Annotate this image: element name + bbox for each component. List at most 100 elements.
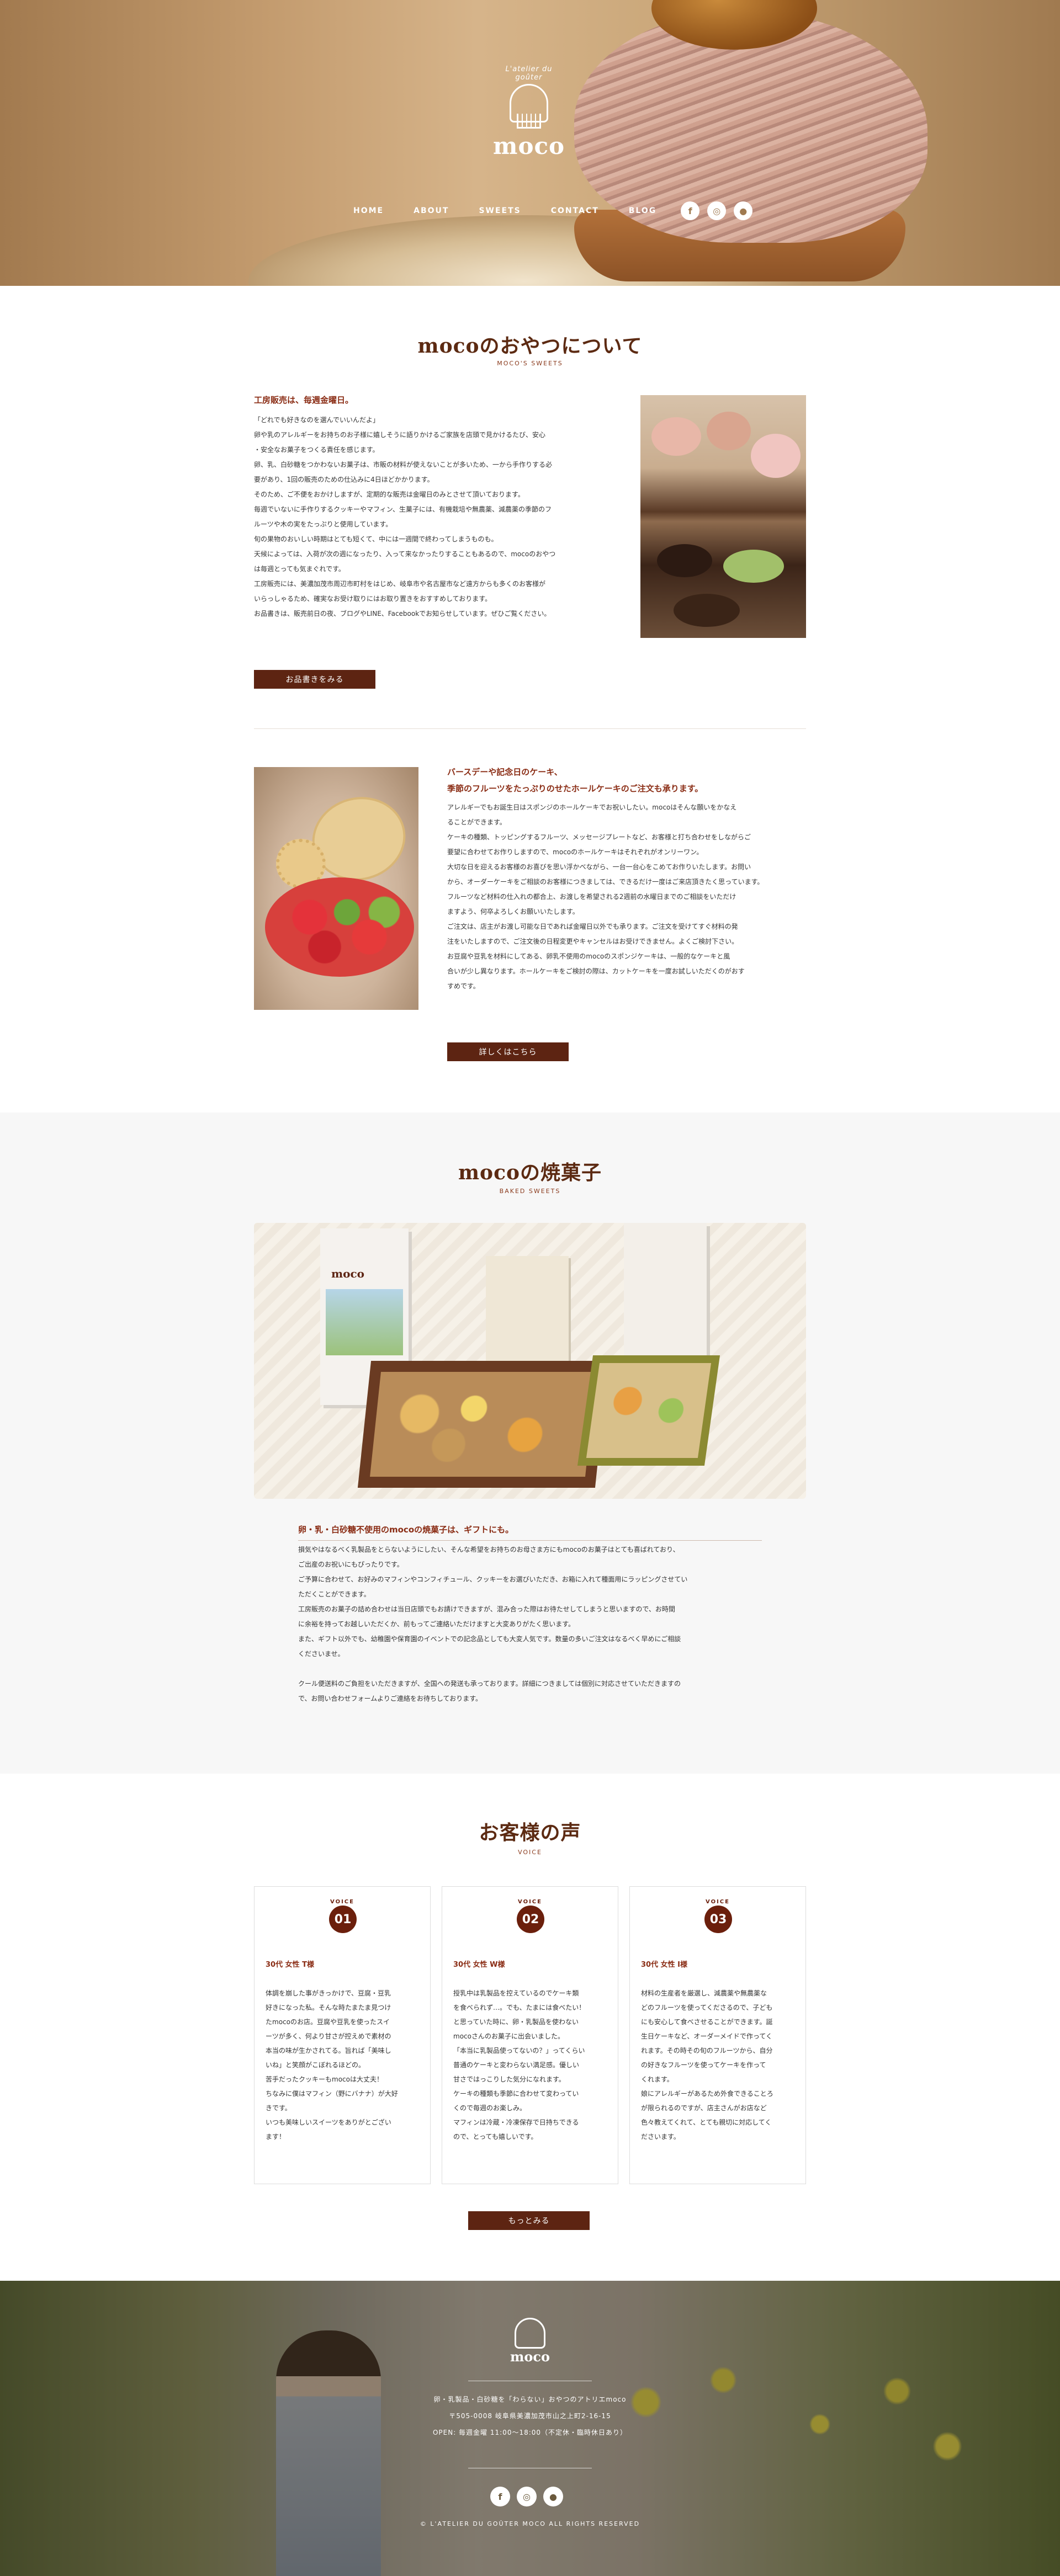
footer-logo[interactable]: moco [508,2318,552,2365]
baked-line: 損気やはなるべく乳製品をとらないようにしたい、そんな希望をお持ちのお母さま方にも… [298,1546,680,1553]
baked-line: で、お問い合わせフォームよりご連絡をお待ちしております。 [298,1695,483,1702]
voice-badge-label: VOICE [706,1899,730,1905]
cake-line: ますよう、何卒よろしくお願いいたします。 [447,908,579,916]
nav-sweets[interactable]: SWEETS [479,206,521,215]
about-line: そのため、ご不便をおかけしますが、定期的な販売は金曜日のみとさせて頂いております… [254,491,524,498]
cake-line: 注をいたしますので、ご注文後の日程変更やキャンセルはお受けできません。よくご検討… [447,938,739,945]
voice-line: 体調を崩した事がきっかけで、豆腐・豆乳 [266,1989,391,1997]
line-icon[interactable]: ● [543,2487,563,2506]
cake-line: お豆腐や豆乳を材料にしてある、卵乳不使用のmocoのスポンジケーキは、一般的なケ… [447,952,730,960]
voice-number: 03 [704,1906,732,1933]
baked-line: 工房販売のお菓子の詰め合わせは当日店頭でもお請けできますが、混み合った際はお待た… [298,1605,675,1613]
about-line: 旬の果物のおいしい時期はとても短くて、中には一週間で終わってしまうものも。 [254,535,498,543]
voice-line: 授乳中は乳製品を控えているのでケーキ類 [453,1989,579,1997]
voice-line: 苦手だったクッキーもmocoは大丈夫！ [266,2075,383,2083]
nav-about[interactable]: ABOUT [414,206,449,215]
cake-text-block: バースデーや記念日のケーキ、 季節のフルーツをたっぷりのせたホールケーキのご注文… [447,764,812,994]
about-line: は毎週とっても気まぐれです。 [254,565,345,573]
voice-line: 生日ケーキなど、オーダーメイドで作ってく [641,2032,772,2040]
voice-card: VOICE 02 30代 女性 W様 授乳中は乳製品を控えているのでケーキ類 を… [442,1886,618,2184]
box-label: moco [331,1267,365,1280]
logo-word: moco [493,132,565,159]
about-line: 要があり、1回の販売のための仕込みに4日ほどかかります。 [254,476,434,483]
cake-body: アレルギーでもお誕生日はスポンジのホールケーキでお祝いしたい。mocoはそんな願… [447,800,812,994]
baked-sweets-tray-small [577,1355,720,1466]
baked-body: 損気やはなるべく乳製品をとらないようにしたい、そんな希望をお持ちのお母さま方にも… [298,1542,687,1706]
voice-badge-label: VOICE [518,1899,542,1905]
about-title: mocoのおやつについて [417,334,643,358]
facebook-icon[interactable]: f [681,201,700,220]
about-body: 「どれでも好きなのを選んでいいんだよ」 卵や乳のアレルギーをお持ちのお子様に嬉し… [254,413,618,621]
baked-line: また、ギフト以外でも、幼稚園や保育園のイベントでの記念品としても大変人気です。数… [298,1635,681,1643]
about-line: 工房販売には、美濃加茂市周辺市町村をはじめ、岐阜市や名古屋市など遠方からも多くの… [254,580,546,588]
voice-line: 本当の味が生かされてる。旨れば「美味し [266,2047,391,2055]
line-icon[interactable]: ● [734,201,753,220]
about-text-block: 工房販売は、毎週金曜日。 「どれでも好きなのを選んでいいんだよ」 卵や乳のアレル… [254,392,618,621]
baked-line: に余裕を持ってお越しいただくか、前もってご連絡いただけますと大変ありがたく思いま… [298,1620,575,1628]
instagram-icon[interactable]: ◎ [707,201,727,220]
voice-text: 材料の生産者を厳選し、減農薬や無農薬な どのフルーツを使ってくださるので、子ども… [641,1986,773,2144]
cake-line: ることができます。 [447,818,506,826]
voice-line: 普通のケーキと変わらない満足感。優しい [453,2061,580,2069]
voice-line: きです。 [266,2104,292,2112]
cake-line: 要望に合わせてお作りしますので、mocoのホールケーキはそれぞれがオンリーワン。 [447,848,703,856]
voice-line: にも安心して食べさせることができます。誕 [641,2018,773,2026]
about-line: 毎週でいないに手作りするクッキーやマフィン、生菓子には、有機栽培や無農薬、減農薬… [254,505,552,513]
voice-line: ちなみに僕はマフィン（野にバナナ）が大好 [266,2090,398,2098]
main-nav: HOME ABOUT SWEETS CONTACT BLOG f ◎ ● [353,201,753,220]
voice-title: お客様の声 [479,1821,581,1844]
voice-line: を食べられず…。でも、たまには食べたい！ [453,2004,586,2011]
voice-line: が限られるのですが、店主さんがお店など [641,2104,767,2112]
hero: L'atelier du goûter moco HOME ABOUT SWEE… [0,0,1060,286]
voice-card: VOICE 01 30代 女性 T様 体調を崩した事がきっかけで、豆腐・豆乳 好… [254,1886,431,2184]
cake-line: ご注文は、店主がお渡し可能な日であれば金曜日以外でも承ります。ご注文を受けてすぐ… [447,923,738,930]
menu-list-button[interactable]: お品書きをみる [254,670,375,689]
voice-customer: 30代 女性 W様 [453,1961,505,1969]
voice-line: ださいます。 [641,2133,680,2141]
baked-line: くださいませ。 [298,1650,344,1658]
voice-card: VOICE 03 30代 女性 I様 材料の生産者を厳選し、減農薬や無農薬な ど… [629,1886,806,2184]
facebook-icon[interactable]: f [490,2487,510,2506]
voice-line: 甘さではっこりした気分になれます。 [453,2075,565,2083]
cake-line: フルーツなど材料の仕入れの都合上、お渡しを希望される2週前の水曜日までのご相談を… [447,893,736,901]
voice-line: どのフルーツを使ってくださるので、子ども [641,2004,773,2011]
voice-line: たmocoのお店。豆腐や豆乳を使ったスイ [266,2018,390,2026]
more-voices-button[interactable]: もっとみる [468,2211,590,2230]
voice-line: ーツが多く、何より甘さが控えめで素材の [266,2032,391,2040]
instagram-icon[interactable]: ◎ [517,2487,537,2506]
box-illustration [326,1289,403,1355]
strawberry-kiwi-topping [265,877,414,977]
voice-line: 「本当に乳製品使ってないの？」ってくらい [453,2047,585,2055]
nav-blog[interactable]: BLOG [629,206,657,215]
footer-address: 〒505-0008 岐阜県美濃加茂市山之上町2-16-15 [449,2412,611,2420]
voice-line: いね」と笑顔がこぼれるほどの。 [266,2061,365,2069]
about-line: お品書きは、販売前日の夜、ブログやLINE、Facebookでお知らせしています… [254,610,551,618]
voice-customer: 30代 女性 T様 [266,1961,315,1969]
voice-line: くので毎週のお楽しみ。 [453,2104,527,2112]
about-line: 「どれでも好きなのを選んでいいんだよ」 [254,416,380,424]
cake-line: ケーキの種類、トッピングするフルーツ、メッセージプレートなど、お客様と打ち合わせ… [447,833,751,841]
voice-text: 体調を崩した事がきっかけで、豆腐・豆乳 好きになった私。そんな時たまたま見つけ … [266,1986,398,2144]
voice-line: いつも美味しいスイーツをありがとござい [266,2119,391,2126]
about-line: ルーツや木の実をたっぷりと使用しています。 [254,520,393,528]
about-lead: 工房販売は、毎週金曜日。 [254,395,354,405]
voice-line: 材料の生産者を厳選し、減農薬や無農薬な [641,1989,767,1997]
cake-lead-2: 季節のフルーツをたっぷりのせたホールケーキのご注文も承ります。 [447,784,703,794]
voice-number: 02 [517,1906,544,1933]
voice-line: mocoさんのお菓子に出会いました。 [453,2032,564,2040]
baked-lead: 卵・乳・白砂糖不使用のmocoの焼菓子は、ギフトにも。 [298,1521,762,1541]
anniversary-tart-photo [254,767,418,1010]
footer-hours: OPEN: 毎週金曜 11:00～18:00（不定休・臨時休日あり） [432,2429,628,2436]
site-logo[interactable]: L'atelier du goûter moco [493,65,565,159]
baked-line: ご予算に合わせて、お好みのマフィンやコンフィチュール、クッキーをお選びいただき、… [298,1576,688,1583]
cake-line: すめです。 [447,982,480,990]
baked-sweets-tray [357,1361,609,1488]
gift-boxes-photo: moco [254,1223,806,1499]
voice-line: ので、とっても嬉しいです。 [453,2133,538,2141]
nav-sns: f ◎ ● [681,201,753,220]
nav-home[interactable]: HOME [353,206,384,215]
nav-contact[interactable]: CONTACT [551,206,599,215]
cake-line: 大切な日を迎えるお客様のお喜びを思い浮かべながら、一台一台心をこめてお作りいたし… [447,863,751,871]
cake-showcase-photo [640,395,806,638]
cake-details-button[interactable]: 詳しくはこちら [447,1042,569,1061]
